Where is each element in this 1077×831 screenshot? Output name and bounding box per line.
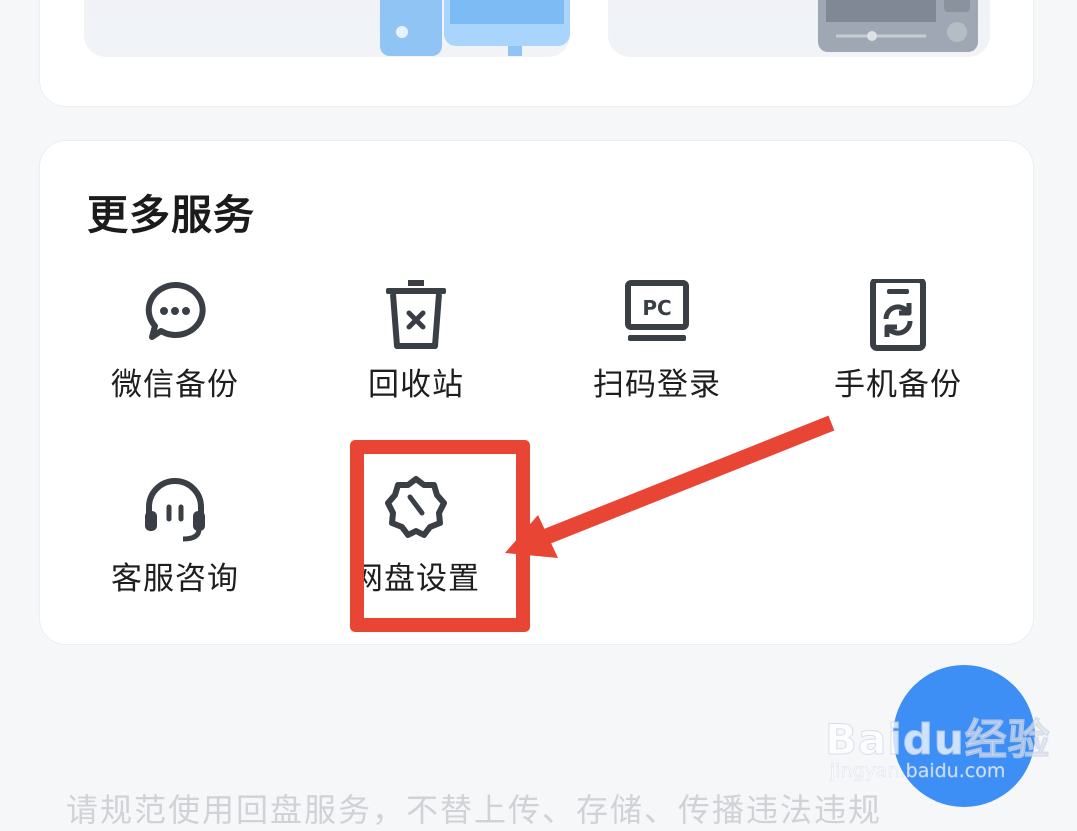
service-label: 微信备份 [111, 367, 239, 403]
pc-monitor-icon: PC [625, 280, 689, 341]
more-services-card: 更多服务 微信备份 回收站 PC 扫码登录 手机备份 客服咨询 网盘设置 [40, 141, 1033, 644]
phone-backup-icon [870, 279, 926, 351]
video-illustration [818, 0, 978, 52]
section-title: 更多服务 [87, 191, 255, 239]
service-label: 手机备份 [834, 367, 962, 403]
annotation-highlight-box [350, 440, 530, 632]
wechat-icon [145, 281, 206, 340]
service-recycle-bin[interactable]: 回收站 [296, 279, 536, 429]
promo-card [40, 0, 1033, 106]
svg-text:PC: PC [642, 296, 671, 320]
service-label: 客服咨询 [111, 561, 239, 597]
service-label: 回收站 [368, 367, 464, 403]
service-scan-login[interactable]: PC 扫码登录 [537, 279, 777, 429]
service-wechat-backup[interactable]: 微信备份 [55, 279, 295, 429]
promo-tile-phone-transfer[interactable] [84, 0, 570, 57]
promo-tile-video[interactable] [608, 0, 990, 57]
service-customer-support[interactable]: 客服咨询 [55, 473, 295, 623]
headset-icon [145, 478, 205, 542]
service-label: 扫码登录 [593, 367, 721, 403]
footer-notice-text: 请规范使用回盘服务，不替上传、存储、传播违法违规 [66, 791, 883, 829]
trash-icon [386, 280, 446, 349]
phone-transfer-illustration [380, 0, 570, 56]
service-phone-backup[interactable]: 手机备份 [778, 279, 1018, 429]
floating-action-button[interactable] [893, 665, 1035, 807]
